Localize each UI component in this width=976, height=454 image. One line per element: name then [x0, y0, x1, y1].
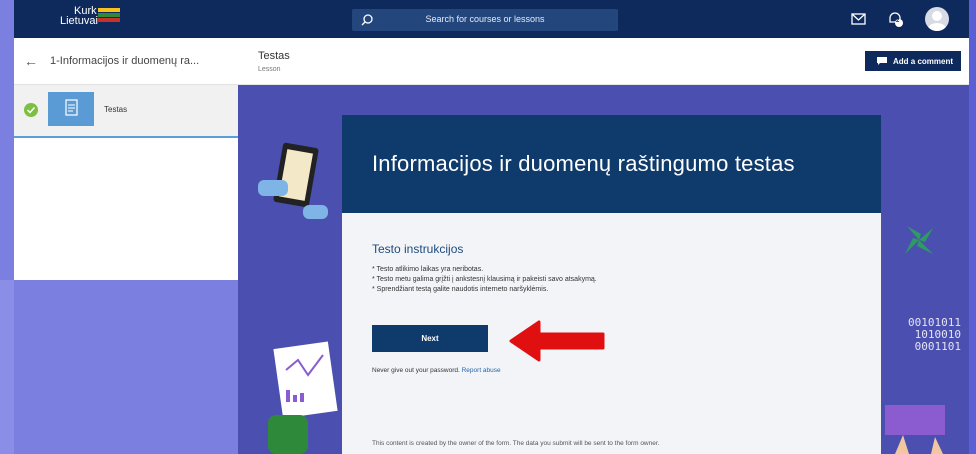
course-title: 1-Informacijos ir duomenų ra...	[50, 55, 200, 67]
kurk-lietuvai-logo[interactable]: Kurk Lietuvai	[60, 6, 120, 27]
course-sidebar: ← 1-Informacijos ir duomenų ra... Testas	[14, 38, 238, 280]
leaf-illustration	[905, 226, 933, 254]
binary-decoration: 00101011 1010010 0001101	[908, 317, 961, 353]
password-note: Never give out your password. Report abu…	[372, 367, 501, 374]
charts-illustration	[268, 341, 338, 454]
next-button[interactable]: Next	[372, 325, 488, 352]
form-thumbnail	[48, 92, 94, 126]
form-background: 00101011 1010010 0001101 Informacijos ir…	[238, 85, 969, 454]
instruction-item: * Testo metu galima grįžti į ankstesnį k…	[372, 276, 597, 283]
instruction-item: * Testo atlikimo laikas yra neribotas.	[372, 266, 484, 273]
flag-icon	[98, 8, 120, 22]
password-warning: Never give out your password.	[372, 367, 460, 374]
search-placeholder: Search for courses or lessons	[425, 14, 545, 24]
sidebar-item-testas[interactable]: Testas	[14, 85, 238, 138]
form-header: Informacijos ir duomenų raštingumo testa…	[342, 115, 881, 213]
lesson-type: Lesson	[258, 66, 281, 73]
lesson-header: Testas Lesson Add a comment	[238, 38, 969, 85]
lesson-title: Testas	[258, 50, 290, 62]
right-frame	[968, 0, 976, 454]
comment-icon	[877, 57, 887, 65]
notification-count: 2	[896, 18, 900, 24]
monitor-illustration	[885, 405, 945, 454]
sidebar-header: ← 1-Informacijos ir duomenų ra...	[14, 38, 238, 85]
instruction-item: * Sprendžiant testą galite naudotis inte…	[372, 286, 549, 293]
instructions-list: * Testo atlikimo laikas yra neribotas. *…	[372, 265, 597, 295]
user-icon	[928, 11, 946, 31]
red-arrow-annotation	[509, 320, 605, 362]
notifications-button[interactable]: 2	[886, 10, 904, 28]
left-frame-lower	[0, 280, 14, 454]
search-input[interactable]: Search for courses or lessons	[352, 9, 618, 31]
instructions-title: Testo instrukcijos	[372, 242, 464, 256]
avatar[interactable]	[925, 7, 949, 31]
sidebar-item-label: Testas	[104, 105, 128, 114]
form-footer-note: This content is created by the owner of …	[372, 440, 660, 447]
top-bar: Kurk Lietuvai Search for courses or less…	[14, 0, 969, 38]
check-icon	[24, 103, 38, 117]
logo-text-line2: Lietuvai	[60, 15, 98, 27]
mail-icon[interactable]	[850, 10, 868, 28]
add-comment-label: Add a comment	[893, 57, 954, 66]
form-card: Informacijos ir duomenų raštingumo testa…	[342, 115, 881, 454]
binary-line: 0001101	[914, 340, 961, 353]
back-arrow-icon[interactable]: ←	[24, 53, 38, 69]
report-abuse-link[interactable]: Report abuse	[462, 367, 501, 374]
bell-icon	[889, 12, 903, 27]
add-comment-button[interactable]: Add a comment	[865, 51, 961, 71]
document-icon	[65, 99, 78, 116]
form-title: Informacijos ir duomenų raštingumo testa…	[372, 151, 795, 176]
tablet-illustration	[258, 142, 328, 219]
